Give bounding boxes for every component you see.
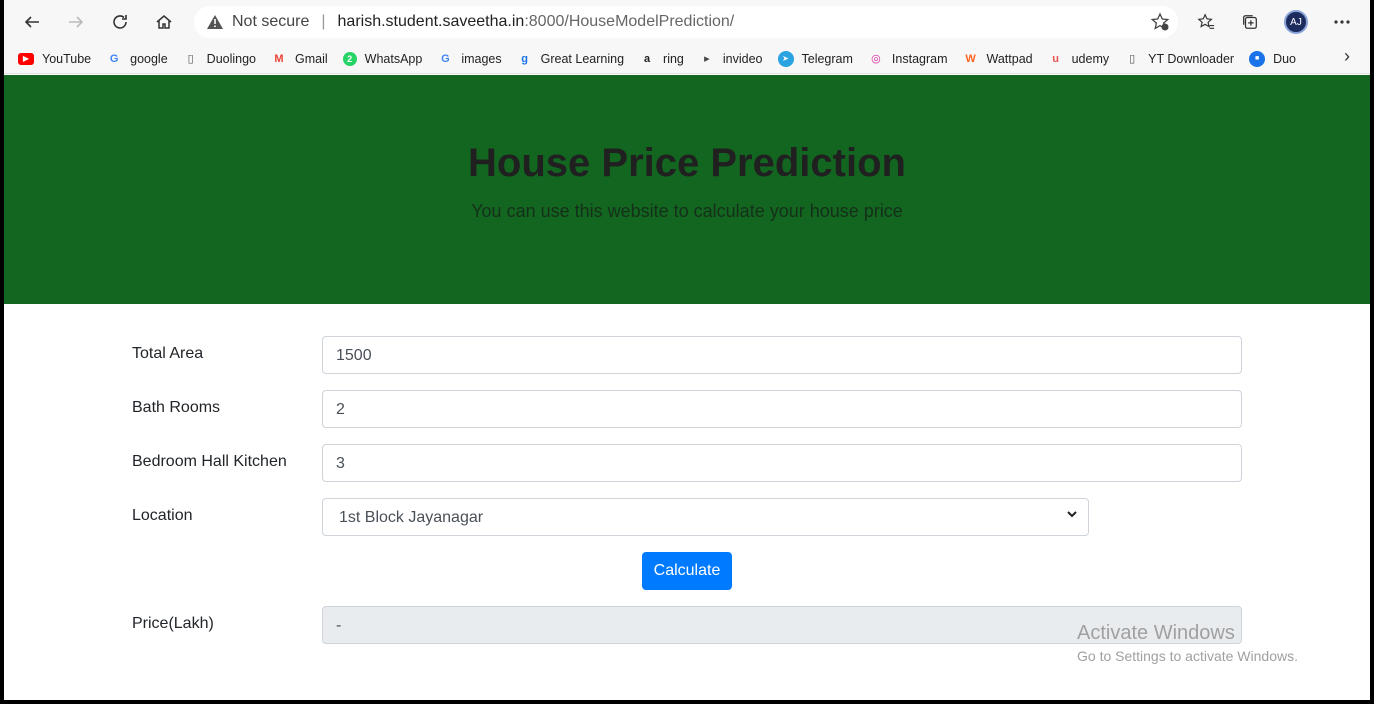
url-path: :8000/HouseModelPrediction/: [524, 13, 735, 30]
bookmark-label: Wattpad: [986, 51, 1033, 66]
bookmark-item[interactable]: ■ Duo: [1249, 48, 1296, 70]
whatsapp-icon: 2: [342, 51, 357, 66]
page-header: House Price Prediction You can use this …: [4, 75, 1370, 304]
location-select[interactable]: 1st Block Jayanagar: [322, 498, 1089, 536]
address-separator: |: [321, 13, 326, 30]
warning-icon: [206, 14, 224, 30]
page-icon: ▯: [1129, 53, 1136, 65]
bookmark-item[interactable]: ➤ Telegram: [777, 48, 853, 70]
bookmark-label: Instagram: [891, 51, 948, 66]
total-area-input[interactable]: 1500: [322, 336, 1242, 374]
instagram-icon: ◎: [871, 53, 881, 65]
bookmark-item[interactable]: 2 WhatsApp: [342, 48, 423, 70]
bookmark-item[interactable]: Gimages: [437, 48, 502, 70]
bookmark-label: udemy: [1071, 51, 1110, 66]
bookmark-item[interactable]: u udemy: [1048, 48, 1110, 70]
bookmark-item[interactable]: ▶ YouTube: [18, 48, 91, 70]
bookmarks-bar: ▶ YouTube Ggoogle ▯ Duolingo M Gmail 2 WhatsApp G…: [4, 44, 1370, 74]
bath-rooms-input[interactable]: 2: [322, 390, 1242, 428]
bookmark-label: google: [130, 51, 168, 66]
total-area-label: Total Area: [132, 345, 204, 362]
chevron-right-icon[interactable]: ›: [1344, 46, 1350, 67]
bookmark-label: WhatsApp: [364, 51, 423, 66]
collections-icon[interactable]: [1234, 6, 1266, 38]
bhk-label: Bedroom Hall Kitchen: [132, 453, 287, 470]
bookmark-item[interactable]: ◎ Instagram: [868, 48, 948, 70]
location-selected-value: 1st Block Jayanagar: [339, 509, 484, 526]
bath-rooms-row: Bath Rooms 2: [132, 390, 1242, 428]
url-host: harish.student.saveetha.in: [337, 13, 525, 30]
invideo-icon: ▸: [704, 53, 710, 65]
bookmark-label: Duo: [1273, 51, 1297, 66]
browser-window: Not secure | harish.student.saveetha.in:…: [4, 0, 1370, 700]
back-arrow-icon[interactable]: [16, 6, 48, 38]
location-label: Location: [132, 507, 193, 524]
bath-rooms-label: Bath Rooms: [132, 399, 221, 416]
page-title: House Price Prediction: [468, 141, 906, 185]
bookmark-label: images: [461, 51, 502, 66]
bookmark-label: Telegram: [801, 51, 853, 66]
location-row: Location 1st Block Jayanagar: [132, 498, 1242, 536]
bookmark-item[interactable]: W Wattpad: [963, 48, 1033, 70]
bookmark-item[interactable]: M Gmail: [271, 48, 328, 70]
google-icon: G: [109, 52, 119, 65]
price-row: Price(Lakh) -: [132, 606, 1242, 644]
bookmark-item[interactable]: g Great Learning: [517, 48, 624, 70]
chevron-down-icon: [1066, 507, 1078, 523]
add-favorite-icon[interactable]: [1150, 12, 1170, 37]
youtube-icon: ▶: [18, 52, 34, 65]
page-icon: ▯: [187, 53, 194, 65]
bhk-input[interactable]: 3: [322, 444, 1242, 482]
activate-windows-subtitle: Go to Settings to activate Windows.: [1077, 648, 1298, 664]
bookmark-item[interactable]: ▯ Duolingo: [183, 48, 256, 70]
page-subtitle: You can use this website to calculate yo…: [471, 201, 903, 221]
forward-arrow-icon[interactable]: [60, 6, 92, 38]
bhk-row: Bedroom Hall Kitchen 3: [132, 444, 1242, 482]
bookmark-label: Gmail: [295, 51, 328, 66]
duo-icon: ■: [1249, 50, 1266, 67]
more-menu-icon[interactable]: [1326, 6, 1358, 38]
price-label: Price(Lakh): [132, 615, 214, 632]
total-area-row: Total Area 1500: [132, 336, 1242, 374]
browser-toolbar: Not secure | harish.student.saveetha.in:…: [4, 0, 1370, 44]
great-learning-icon: g: [521, 52, 528, 65]
telegram-icon: ➤: [777, 50, 794, 67]
address-bar[interactable]: Not secure | harish.student.saveetha.in:…: [194, 6, 1178, 38]
bookmark-label: Great Learning: [540, 51, 625, 66]
udemy-icon: u: [1052, 52, 1059, 65]
home-icon[interactable]: [148, 6, 180, 38]
bookmark-item[interactable]: Ggoogle: [106, 48, 168, 70]
profile-avatar[interactable]: AJ: [1284, 10, 1308, 34]
bookmark-label: Duolingo: [206, 51, 257, 66]
gmail-icon: M: [274, 52, 284, 65]
activate-windows-title: Activate Windows: [1077, 622, 1235, 644]
favorites-icon[interactable]: [1190, 6, 1222, 38]
wattpad-icon: W: [965, 52, 976, 65]
bookmark-label: invideo: [722, 51, 763, 66]
bookmark-item[interactable]: a ring: [639, 48, 684, 70]
refresh-icon[interactable]: [104, 6, 136, 38]
google-icon: G: [441, 52, 450, 65]
security-label[interactable]: Not secure: [232, 13, 309, 31]
bookmark-label: YouTube: [42, 51, 92, 66]
bookmark-label: ring: [663, 51, 684, 66]
amazon-icon: a: [643, 52, 651, 65]
bookmark-label: YT Downloader: [1148, 51, 1235, 66]
bookmark-item[interactable]: ▸ invideo: [699, 48, 763, 70]
bookmark-item[interactable]: ▯ YT Downloader: [1124, 48, 1234, 70]
calculate-button[interactable]: Calculate: [642, 552, 732, 590]
